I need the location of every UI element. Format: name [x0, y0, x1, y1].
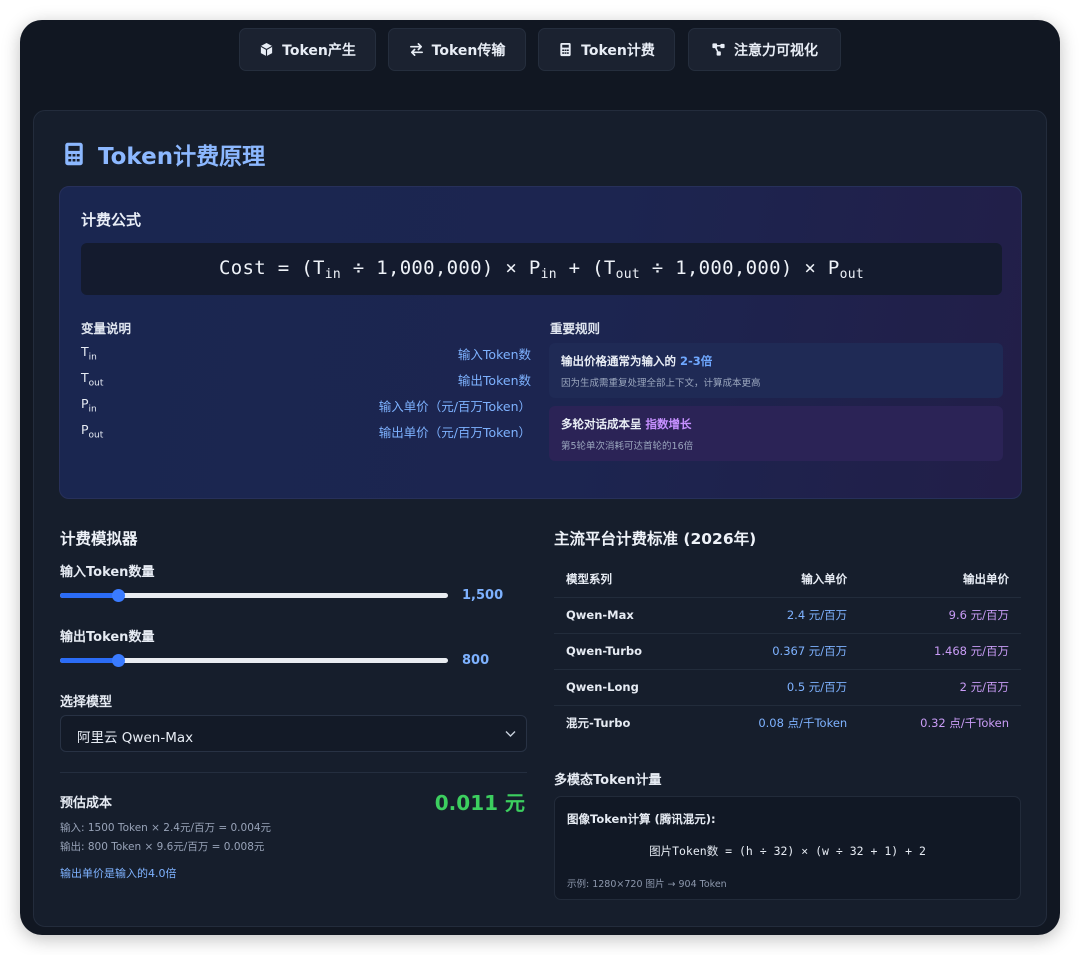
nav-label: Token产生 [282, 42, 356, 59]
slider-fill [60, 593, 119, 598]
rule-note: 因为生成需重复处理全部上下文，计算成本更高 [561, 378, 761, 389]
pricing-table: 模型系列 输入单价 输出单价 Qwen-Max 2.4 元/百万 9.6 元/百… [554, 561, 1021, 741]
variable-description: 输出单价（元/百万Token） [378, 425, 531, 440]
slider-thumb[interactable] [112, 654, 126, 667]
formula-panel: 计费公式 Cost = (Tin ÷ 1,000,000) × Pin + (T… [59, 186, 1022, 499]
input-price-cell: 0.5 元/百万 [697, 669, 860, 706]
rule-highlight: 2-3倍 [680, 354, 713, 368]
model-select-label: 选择模型 [60, 695, 113, 710]
rule-title: 输出价格通常为输入的 2-3倍 [561, 354, 713, 368]
billing-card: Token计费原理 计费公式 Cost = (Tin ÷ 1,000,000) … [33, 110, 1047, 927]
app-window: Token产生 Token传输 Token计费 注意力可视化 Token计费原理… [20, 20, 1060, 935]
page-title: Token计费原理 [64, 137, 265, 171]
price-ratio-note: 输出单价是输入的4.0倍 [60, 867, 177, 880]
variable-row: Tin 输入Token数 [81, 344, 531, 366]
table-row: Qwen-Long 0.5 元/百万 2 元/百万 [554, 669, 1021, 706]
rule-card: 多轮对话成本呈 指数增长 第5轮单次消耗可达首轮的16倍 [549, 406, 1003, 461]
column-header: 模型系列 [554, 561, 698, 598]
input-tokens-value: 1,500 [462, 588, 504, 603]
nav-label: 注意力可视化 [734, 42, 818, 59]
multimodal-title: 图像Token计算 (腾讯混元): [567, 812, 716, 826]
output-price-cell: 1.468 元/百万 [859, 633, 1021, 670]
variable-symbol: Pout [81, 422, 104, 441]
multimodal-box: 图像Token计算 (腾讯混元): 图片Token数 = (h ÷ 32) × … [554, 796, 1021, 900]
model-cell: Qwen-Max [554, 597, 698, 634]
rules-heading: 重要规则 [550, 321, 601, 336]
cost-input-breakdown: 输入: 1500 Token × 2.4元/百万 = 0.004元 [60, 822, 272, 834]
page-title-text: Token计费原理 [98, 144, 266, 170]
input-tokens-label: 输入Token数量 [60, 565, 155, 580]
variable-symbol: Tin [81, 344, 97, 363]
chevron-down-icon [505, 731, 516, 737]
nav-token-transfer[interactable]: Token传输 [388, 28, 526, 71]
output-price-cell: 2 元/百万 [859, 669, 1021, 706]
variable-description: 输出Token数 [457, 373, 531, 388]
estimated-cost-label: 预估成本 [60, 796, 113, 811]
output-price-cell: 0.32 点/千Token [920, 716, 1009, 731]
nav-token-generation[interactable]: Token产生 [239, 28, 376, 71]
variable-symbol: Pin [81, 396, 97, 415]
input-price-cell: 0.08 点/千Token [758, 716, 848, 731]
rule-card: 输出价格通常为输入的 2-3倍 因为生成需重复处理全部上下文，计算成本更高 [549, 343, 1003, 398]
output-tokens-value: 800 [462, 653, 490, 668]
swap-arrows-icon [409, 43, 423, 56]
input-tokens-slider[interactable] [60, 587, 448, 605]
cost-output-breakdown: 输出: 800 Token × 9.6元/百万 = 0.008元 [60, 841, 265, 853]
divider [60, 772, 527, 773]
table-row: Qwen-Max 2.4 元/百万 9.6 元/百万 [554, 597, 1021, 634]
multimodal-heading: 多模态Token计量 [554, 773, 662, 788]
column-header: 输入单价 [697, 561, 860, 598]
estimated-cost-value: 0.011 元 [434, 791, 525, 815]
variable-row: Pout 输出单价（元/百万Token） [81, 422, 531, 444]
cube-icon [260, 42, 273, 57]
rule-highlight: 指数增长 [645, 417, 692, 431]
cost-formula: Cost = (Tin ÷ 1,000,000) × Pin + (Tout ÷… [81, 243, 1002, 295]
rule-title: 多轮对话成本呈 指数增长 [561, 417, 692, 431]
nav-label: Token传输 [431, 42, 506, 59]
calculator-icon [560, 42, 571, 57]
variables-heading: 变量说明 [81, 321, 132, 336]
simulator-heading: 计费模拟器 [60, 530, 138, 548]
output-price-cell: 9.6 元/百万 [859, 597, 1021, 634]
multimodal-example: 示例: 1280×720 图片 → 904 Token [567, 879, 727, 890]
model-select-value: 阿里云 Qwen-Max [77, 730, 194, 746]
table-row: Qwen-Turbo 0.367 元/百万 1.468 元/百万 [554, 633, 1021, 670]
model-select[interactable]: 阿里云 Qwen-Max [60, 715, 527, 752]
input-price-cell: 2.4 元/百万 [697, 597, 860, 634]
model-cell: Qwen-Long [554, 669, 698, 706]
rule-note: 第5轮单次消耗可达首轮的16倍 [561, 441, 694, 452]
table-header-row: 模型系列 输入单价 输出单价 [554, 561, 1021, 598]
nav-attention-visualization[interactable]: 注意力可视化 [688, 28, 841, 71]
nav-label: Token计费 [581, 42, 655, 59]
model-cell: 混元-Turbo [566, 716, 631, 731]
output-tokens-label: 输出Token数量 [60, 630, 155, 645]
calculator-icon [65, 142, 83, 166]
top-nav: Token产生 Token传输 Token计费 注意力可视化 [20, 28, 1060, 72]
column-header: 输出单价 [859, 561, 1021, 598]
input-price-cell: 0.367 元/百万 [697, 633, 860, 670]
formula-heading: 计费公式 [81, 211, 142, 229]
image-token-formula: 图片Token数 = (h ÷ 32) × (w ÷ 32 + 1) + 2 [649, 844, 926, 858]
slider-thumb[interactable] [112, 589, 126, 602]
table-row: 混元-Turbo 0.08 点/千Token 0.32 点/千Token [554, 705, 1021, 741]
variable-description: 输入单价（元/百万Token） [378, 399, 531, 414]
model-cell: Qwen-Turbo [554, 633, 698, 670]
output-tokens-slider[interactable] [60, 652, 448, 670]
formula-text: Cost = (Tin ÷ 1,000,000) × Pin + (Tout ÷… [219, 256, 864, 282]
network-graph-icon [712, 43, 725, 56]
variable-row: Tout 输出Token数 [81, 370, 531, 392]
nav-token-billing[interactable]: Token计费 [538, 28, 675, 71]
variable-description: 输入Token数 [457, 347, 531, 362]
variable-symbol: Tout [81, 370, 104, 389]
variable-row: Pin 输入单价（元/百万Token） [81, 396, 531, 418]
pricing-heading: 主流平台计费标准 (2026年) [554, 530, 757, 548]
slider-fill [60, 658, 119, 663]
